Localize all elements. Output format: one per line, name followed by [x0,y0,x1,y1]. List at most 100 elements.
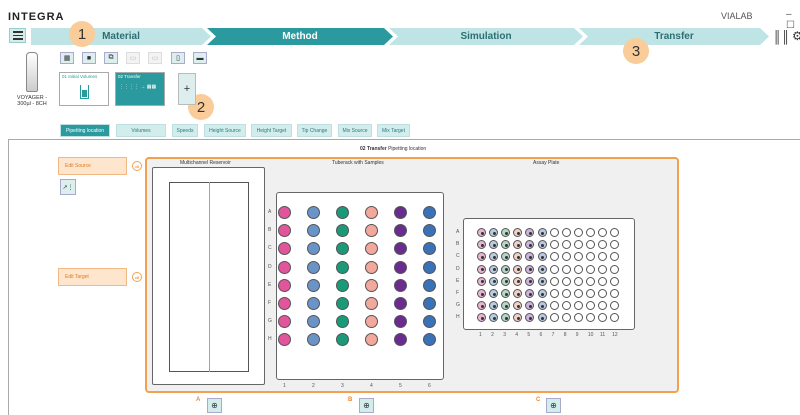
window-controls[interactable]: – ☐ [786,9,800,31]
tube-well[interactable] [394,260,407,274]
tube-well[interactable] [278,260,291,274]
tube-well[interactable] [307,206,320,219]
step-simulation[interactable]: Simulation [389,28,583,45]
plate-well[interactable] [561,276,571,286]
plate-well[interactable] [549,313,559,323]
plate-well[interactable] [549,264,559,274]
settings-icon[interactable]: ▬ [193,52,207,64]
copy-icon[interactable]: ▦ [60,52,74,64]
plate-well[interactable] [573,240,583,250]
plate-well[interactable] [537,301,547,311]
zoom-icon-a[interactable]: ⊕ [207,398,222,413]
tube-well[interactable] [307,297,320,310]
plate-well[interactable] [610,276,620,286]
plate-well[interactable] [549,252,559,262]
plate-well[interactable] [489,276,499,286]
paste-alt-icon[interactable]: ▭ [148,52,162,64]
plate-well[interactable] [598,276,607,286]
plate-well[interactable] [477,264,486,274]
plate-well[interactable] [585,228,595,237]
delete-icon[interactable]: ▯ [171,52,185,64]
plate-well[interactable] [561,228,571,237]
zoom-icon-b[interactable]: ⊕ [359,398,374,413]
tube-well[interactable] [365,278,378,292]
tube-well[interactable] [365,260,378,274]
plate-well[interactable] [573,264,583,274]
plate-well[interactable] [477,228,486,237]
step-method[interactable]: Method [207,28,393,45]
program-step-initial-volumes[interactable]: 01 Initial Volumes [59,72,109,106]
tab-mix-target[interactable]: Mix Target [377,124,410,137]
tube-well[interactable] [423,260,436,274]
plate-well[interactable] [501,264,511,274]
tab-volumes[interactable]: Volumes [116,124,166,137]
tube-well[interactable] [394,206,407,219]
plate-well[interactable] [549,276,559,286]
edit-target-button[interactable]: Edit Target [58,268,127,286]
plate-well[interactable] [598,289,607,298]
plate-well[interactable] [513,264,523,274]
plate-well[interactable] [537,240,547,250]
library-icon[interactable]: ║║ [773,30,790,44]
tube-well[interactable] [278,278,291,292]
tube-well[interactable] [278,297,291,310]
plate-well[interactable] [561,240,571,250]
plate-well[interactable] [537,264,547,274]
pattern-icon[interactable]: ↗⋮ [60,179,76,195]
plate-well[interactable] [501,276,511,286]
tube-well[interactable] [423,297,436,310]
tube-well[interactable] [336,206,349,219]
plate-well[interactable] [537,228,547,237]
tube-well[interactable] [394,278,407,292]
step-transfer[interactable]: Transfer [579,28,769,45]
add-step-button[interactable]: + [178,73,196,105]
tube-well[interactable] [336,297,349,310]
plate-well[interactable] [573,289,583,298]
plate-well[interactable] [477,289,486,298]
tab-tip-change[interactable]: Tip Change [297,124,332,137]
plate-well[interactable] [573,301,583,311]
tab-height-source[interactable]: Height Source [204,124,246,137]
plate-well[interactable] [489,264,499,274]
duplicate-icon[interactable]: ⧉ [104,52,118,64]
tab-mix-source[interactable]: Mix Source [338,124,372,137]
tube-well[interactable] [423,206,436,219]
tube-well[interactable] [307,278,320,292]
plate-well[interactable] [549,228,559,237]
paste-icon[interactable]: ▭ [126,52,140,64]
pipette-device[interactable]: VOYAGER - 300µl - 8CH [14,52,50,107]
plate-well[interactable] [561,289,571,298]
tab-pipetting-location[interactable]: Pipetting location [60,124,110,137]
plate-well[interactable] [561,264,571,274]
plate-well[interactable] [610,264,620,274]
zoom-icon-c[interactable]: ⊕ [546,398,561,413]
tube-well[interactable] [365,297,378,310]
multichannel-reservoir[interactable] [152,167,265,385]
program-step-transfer[interactable]: 02 Transfer ⋮⋮⋮⋮ → ▦▦ [115,72,165,106]
tube-well[interactable] [423,278,436,292]
tube-well[interactable] [365,206,378,219]
plate-well[interactable] [598,228,607,237]
plate-well[interactable] [537,276,547,286]
plate-well[interactable] [549,289,559,298]
plate-well[interactable] [573,276,583,286]
menu-icon[interactable] [9,28,26,43]
tube-well[interactable] [394,297,407,310]
plate-well[interactable] [561,301,571,311]
tube-well[interactable] [336,278,349,292]
plate-well[interactable] [585,289,595,298]
plate-well[interactable] [477,276,486,286]
add-step-icon[interactable]: ■ [82,52,96,64]
tuberack-with-samples[interactable] [276,192,444,380]
plate-well[interactable] [573,228,583,237]
tube-well[interactable] [278,206,291,219]
tube-well[interactable] [307,260,320,274]
gear-icon[interactable]: ⚙ [792,29,800,43]
tab-speeds[interactable]: Speeds [172,124,198,137]
plate-well[interactable] [549,301,559,311]
tube-well[interactable] [336,260,349,274]
edit-source-button[interactable]: Edit Source [58,157,127,175]
plate-well[interactable] [537,313,547,323]
plate-well[interactable] [537,252,547,262]
plate-well[interactable] [525,264,535,274]
